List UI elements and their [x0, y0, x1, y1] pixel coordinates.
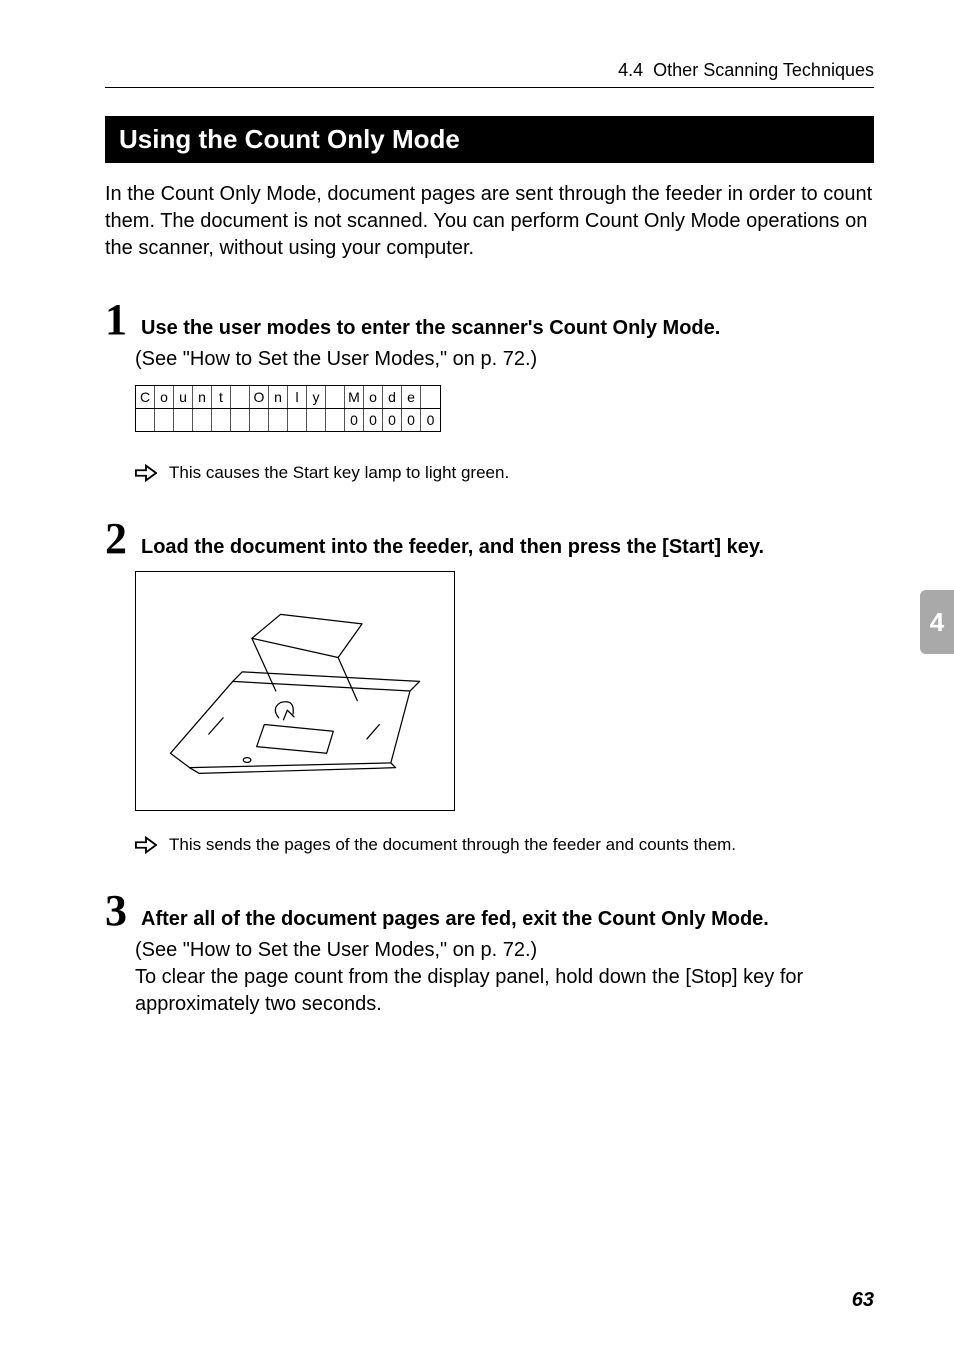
- step-2: 2 Load the document into the feeder, and…: [105, 517, 874, 855]
- section-title: Using the Count Only Mode: [105, 116, 874, 163]
- lcd-cell: 0: [364, 409, 383, 431]
- lcd-cell: M: [345, 386, 364, 408]
- lcd-cell: y: [307, 386, 326, 408]
- step-title: After all of the document pages are fed,…: [141, 908, 769, 931]
- lcd-cell: 0: [383, 409, 402, 431]
- step-body: (See "How to Set the User Modes," on p. …: [135, 937, 874, 1018]
- lcd-cell: u: [174, 386, 193, 408]
- result-text: This sends the pages of the document thr…: [169, 835, 736, 855]
- lcd-cell: d: [383, 386, 402, 408]
- chapter-tab: 4: [920, 590, 954, 654]
- lcd-cell: 0: [402, 409, 421, 431]
- header-ref: 4.4: [618, 60, 643, 81]
- lcd-cell: n: [193, 386, 212, 408]
- lcd-cell: [326, 386, 345, 408]
- step-result: This sends the pages of the document thr…: [135, 835, 874, 855]
- lcd-cell: [421, 386, 440, 408]
- lcd-cell: [307, 409, 326, 431]
- lcd-cell: [136, 409, 155, 431]
- step-title: Use the user modes to enter the scanner'…: [141, 317, 720, 340]
- lcd-cell: [174, 409, 193, 431]
- step-result: This causes the Start key lamp to light …: [135, 463, 874, 483]
- lcd-cell: o: [155, 386, 174, 408]
- lcd-cell: 0: [421, 409, 440, 431]
- step-number: 3: [105, 889, 133, 933]
- result-text: This causes the Start key lamp to light …: [169, 463, 509, 483]
- page-number: 63: [852, 1289, 874, 1312]
- lcd-cell: [212, 409, 231, 431]
- result-arrow-icon: [135, 464, 157, 482]
- page-content: 4.4 Other Scanning Techniques Using the …: [0, 0, 954, 1348]
- lcd-cell: [326, 409, 345, 431]
- lcd-cell: 0: [345, 409, 364, 431]
- feeder-illustration: [135, 571, 455, 811]
- step-3: 3 After all of the document pages are fe…: [105, 889, 874, 1018]
- lcd-cell: [250, 409, 269, 431]
- lcd-cell: [155, 409, 174, 431]
- lcd-cell: e: [402, 386, 421, 408]
- lcd-cell: [231, 409, 250, 431]
- lcd-row-2: 00000: [136, 409, 440, 431]
- lcd-display: CountOnlyMode 00000: [135, 385, 441, 432]
- step-number: 2: [105, 517, 133, 561]
- lcd-cell: l: [288, 386, 307, 408]
- step-body: (See "How to Set the User Modes," on p. …: [135, 346, 874, 373]
- lcd-cell: [193, 409, 212, 431]
- lcd-cell: n: [269, 386, 288, 408]
- step-number: 1: [105, 298, 133, 342]
- header-name: Other Scanning Techniques: [653, 60, 874, 81]
- lcd-cell: O: [250, 386, 269, 408]
- lcd-cell: [231, 386, 250, 408]
- result-arrow-icon: [135, 836, 157, 854]
- lcd-row-1: CountOnlyMode: [136, 386, 440, 409]
- lcd-cell: t: [212, 386, 231, 408]
- lcd-cell: C: [136, 386, 155, 408]
- lcd-cell: [269, 409, 288, 431]
- step-1: 1 Use the user modes to enter the scanne…: [105, 298, 874, 483]
- lcd-cell: [288, 409, 307, 431]
- step-title: Load the document into the feeder, and t…: [141, 536, 764, 559]
- running-header: 4.4 Other Scanning Techniques: [105, 60, 874, 88]
- lcd-cell: o: [364, 386, 383, 408]
- intro-paragraph: In the Count Only Mode, document pages a…: [105, 181, 874, 262]
